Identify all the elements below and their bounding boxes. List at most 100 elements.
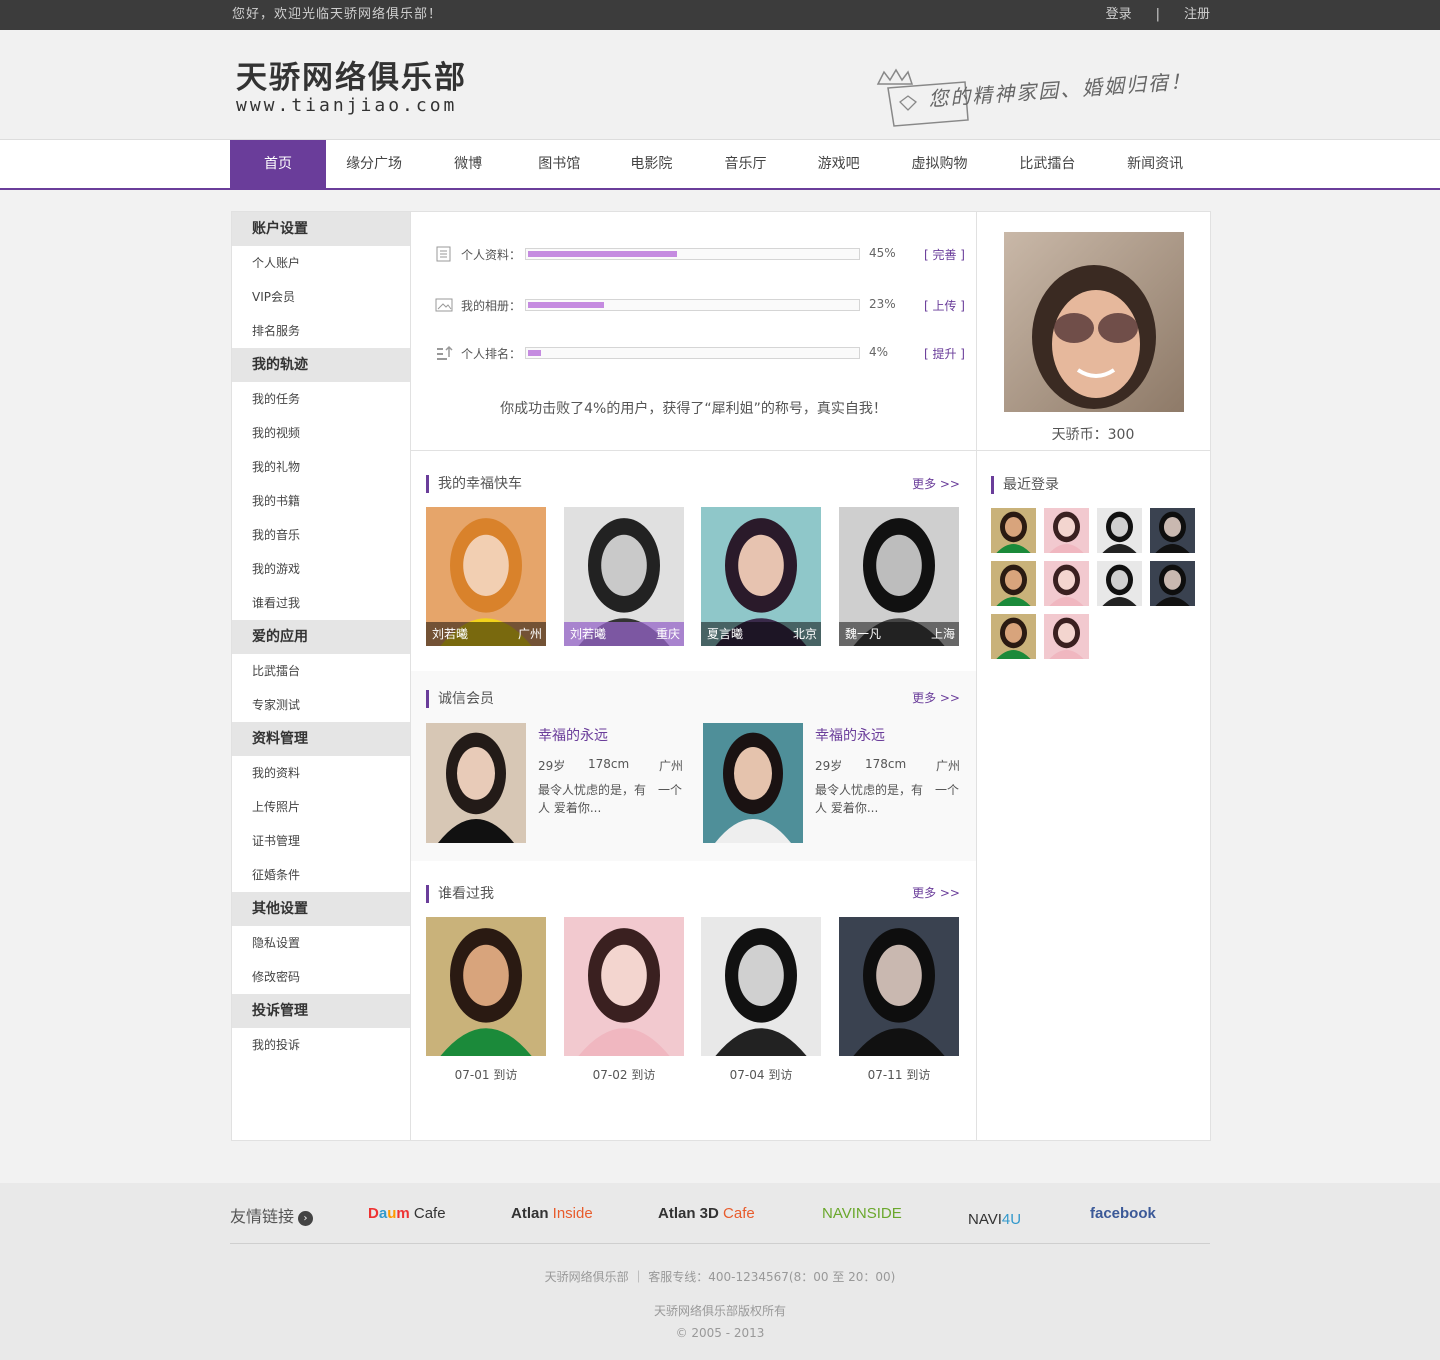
member-name[interactable]: 幸福的永远 (538, 725, 608, 745)
sidebar-item[interactable]: 我的任务 (232, 382, 410, 416)
person-city: 重庆 (655, 627, 680, 641)
nav-item[interactable]: 音乐厅 (698, 140, 792, 188)
recent-user-thumb[interactable] (1044, 508, 1089, 553)
footer-copyright: © 2005 - 2013 (675, 1326, 765, 1340)
partner-logo-navinside[interactable]: NAVINSIDE (822, 1205, 902, 1222)
person-city: 广州 (517, 627, 542, 641)
recent-user-thumb[interactable] (1097, 508, 1142, 553)
progress-fill (528, 350, 542, 356)
sidebar-item[interactable]: 修改密码 (232, 960, 410, 994)
login-link[interactable]: 登录 (1106, 0, 1132, 30)
sidebar-item[interactable]: 证书管理 (232, 824, 410, 858)
sidebar-item[interactable]: 我的投诉 (232, 1028, 410, 1062)
auth-links: 登录 | 注册 (1106, 0, 1210, 30)
sidebar-group-title: 我的轨迹 (232, 348, 410, 382)
sidebar-item[interactable]: 征婚条件 (232, 858, 410, 892)
trusted-members-section: 诚信会员 更多 >> 幸福的永远 29岁 178cm 广州 最令人忧虑的是，有 一个人 … (411, 671, 976, 861)
progress-action-link[interactable]: [ 完善 ] (924, 246, 965, 263)
sidebar-item[interactable]: 谁看过我 (232, 586, 410, 620)
sidebar-item[interactable]: 排名服务 (232, 314, 410, 348)
partner-logo-navi4u[interactable]: NAVI4U (968, 1211, 1021, 1228)
express-photo[interactable]: 刘若曦 重庆 (564, 507, 684, 646)
sidebar-item[interactable]: 我的游戏 (232, 552, 410, 586)
member-name[interactable]: 幸福的永远 (815, 725, 885, 745)
sidebar-item[interactable]: 我的书籍 (232, 484, 410, 518)
recent-user-thumb[interactable] (1150, 561, 1195, 606)
progress-action-link[interactable]: [ 上传 ] (924, 297, 965, 314)
profile-doc-icon (435, 246, 453, 262)
visit-date: 07-04 到访 (729, 1068, 793, 1082)
member-city: 广州 (935, 759, 960, 773)
recent-user-thumb[interactable] (1097, 561, 1142, 606)
more-link[interactable]: 更多 >> (912, 475, 960, 492)
nav-item[interactable]: 比武擂台 (994, 140, 1100, 188)
progress-percent: 23% (869, 297, 896, 311)
visitor-photo[interactable] (564, 917, 684, 1056)
sidebar-item[interactable]: 个人账户 (232, 246, 410, 280)
friend-links-label: 友情链接 (230, 1207, 295, 1226)
progress-percent: 4% (869, 345, 889, 359)
progress-fill (528, 251, 677, 257)
more-link[interactable]: 更多 >> (912, 689, 960, 706)
progress-row: 个人排名： 4% [ 提升 ] (435, 343, 965, 363)
member-height: 178cm (588, 757, 630, 771)
recent-user-thumb[interactable] (991, 508, 1036, 553)
nav-item[interactable]: 缘分广场 (326, 140, 422, 188)
progress-row: 个人资料： 45% [ 完善 ] (435, 244, 965, 264)
partner-logo-atlan-inside[interactable]: Atlan Inside (511, 1205, 593, 1222)
express-photo[interactable]: 刘若曦 广州 (426, 507, 546, 646)
nav-item[interactable]: 游戏吧 (793, 140, 885, 188)
nav-item[interactable]: 图书馆 (514, 140, 604, 188)
recent-user-thumb[interactable] (1150, 508, 1195, 553)
sidebar-item[interactable]: VIP会员 (232, 280, 410, 314)
recent-user-thumb[interactable] (991, 614, 1036, 659)
chevron-right-icon[interactable]: › (298, 1211, 314, 1226)
visitor-photo[interactable] (701, 917, 821, 1056)
member-photo[interactable] (703, 723, 803, 843)
visitor-photo[interactable] (426, 917, 546, 1056)
member-card[interactable]: 幸福的永远 29岁 178cm 广州 最令人忧虑的是，有 一个人 爱着你... (426, 723, 686, 843)
nav-item[interactable]: 首页 (230, 140, 327, 188)
more-link[interactable]: 更多 >> (912, 884, 960, 901)
partner-logo-daum[interactable]: Daum Cafe (368, 1205, 446, 1222)
person-name: 刘若曦 (570, 627, 607, 641)
nav-item[interactable]: 微博 (422, 140, 514, 188)
sidebar-item[interactable]: 我的音乐 (232, 518, 410, 552)
sidebar-item[interactable]: 我的资料 (232, 756, 410, 790)
recent-user-thumb[interactable] (1044, 614, 1089, 659)
progress-label: 我的相册： (461, 299, 522, 313)
person-city: 上海 (930, 627, 955, 641)
sidebar-item[interactable]: 比武擂台 (232, 654, 410, 688)
sidebar: 账户设置 个人账户 VIP会员 排名服务 我的轨迹 我的任务 我的视频 我的礼物 我的书籍 我的音… (232, 212, 411, 1140)
express-photo[interactable]: 夏言曦 北京 (701, 507, 821, 646)
sidebar-item[interactable]: 我的礼物 (232, 450, 410, 484)
recent-user-thumb[interactable] (1044, 561, 1089, 606)
member-description: 最令人忧虑的是，有 一个人 爱着你... (538, 783, 683, 815)
sidebar-item[interactable]: 专家测试 (232, 688, 410, 722)
member-card[interactable]: 幸福的永远 29岁 178cm 广州 最令人忧虑的是，有 一个人 爱着你... (703, 723, 963, 843)
slogan-graphic: 您的精神家园、婚姻归宿！ (870, 62, 1210, 127)
nav-item[interactable]: 电影院 (604, 140, 698, 188)
section-title: 诚信会员 (426, 690, 494, 708)
express-photo[interactable]: 魏一凡 上海 (839, 507, 959, 646)
main-nav: 首页 缘分广场 微博 图书馆 电影院 音乐厅 游戏吧 虚拟购物 比武擂台 新闻资讯 (0, 140, 1440, 190)
sidebar-item[interactable]: 隐私设置 (232, 926, 410, 960)
user-avatar[interactable] (1004, 232, 1184, 412)
sidebar-item[interactable]: 我的视频 (232, 416, 410, 450)
recent-user-thumb[interactable] (991, 561, 1036, 606)
nav-item[interactable]: 虚拟购物 (885, 140, 995, 188)
register-link[interactable]: 注册 (1184, 0, 1210, 30)
site-logo[interactable]: 天骄网络俱乐部 www.tianjiao.com (236, 60, 467, 116)
happy-express-section: 我的幸福快车 更多 >> 刘若曦 广州 刘若曦 重庆 夏言曦 北京 魏一凡 上海 (411, 451, 976, 671)
progress-row: 我的相册： 23% [ 上传 ] (435, 295, 965, 315)
sidebar-item[interactable]: 上传照片 (232, 790, 410, 824)
progress-action-link[interactable]: [ 提升 ] (924, 345, 965, 362)
member-photo[interactable] (426, 723, 526, 843)
logo-url: www.tianjiao.com (236, 95, 458, 116)
partner-logo-atlan-3d[interactable]: Atlan 3D Cafe (658, 1205, 755, 1222)
visitor-photo[interactable] (839, 917, 959, 1056)
nav-item[interactable]: 新闻资讯 (1100, 140, 1210, 188)
partner-logo-facebook[interactable]: facebook (1090, 1205, 1156, 1222)
footer-contact: 天骄网络俱乐部 ｜ 客服专线：400-1234567(8：00 至 20：00) (544, 1270, 896, 1284)
coins-balance: 天骄币：300 (1051, 427, 1135, 443)
